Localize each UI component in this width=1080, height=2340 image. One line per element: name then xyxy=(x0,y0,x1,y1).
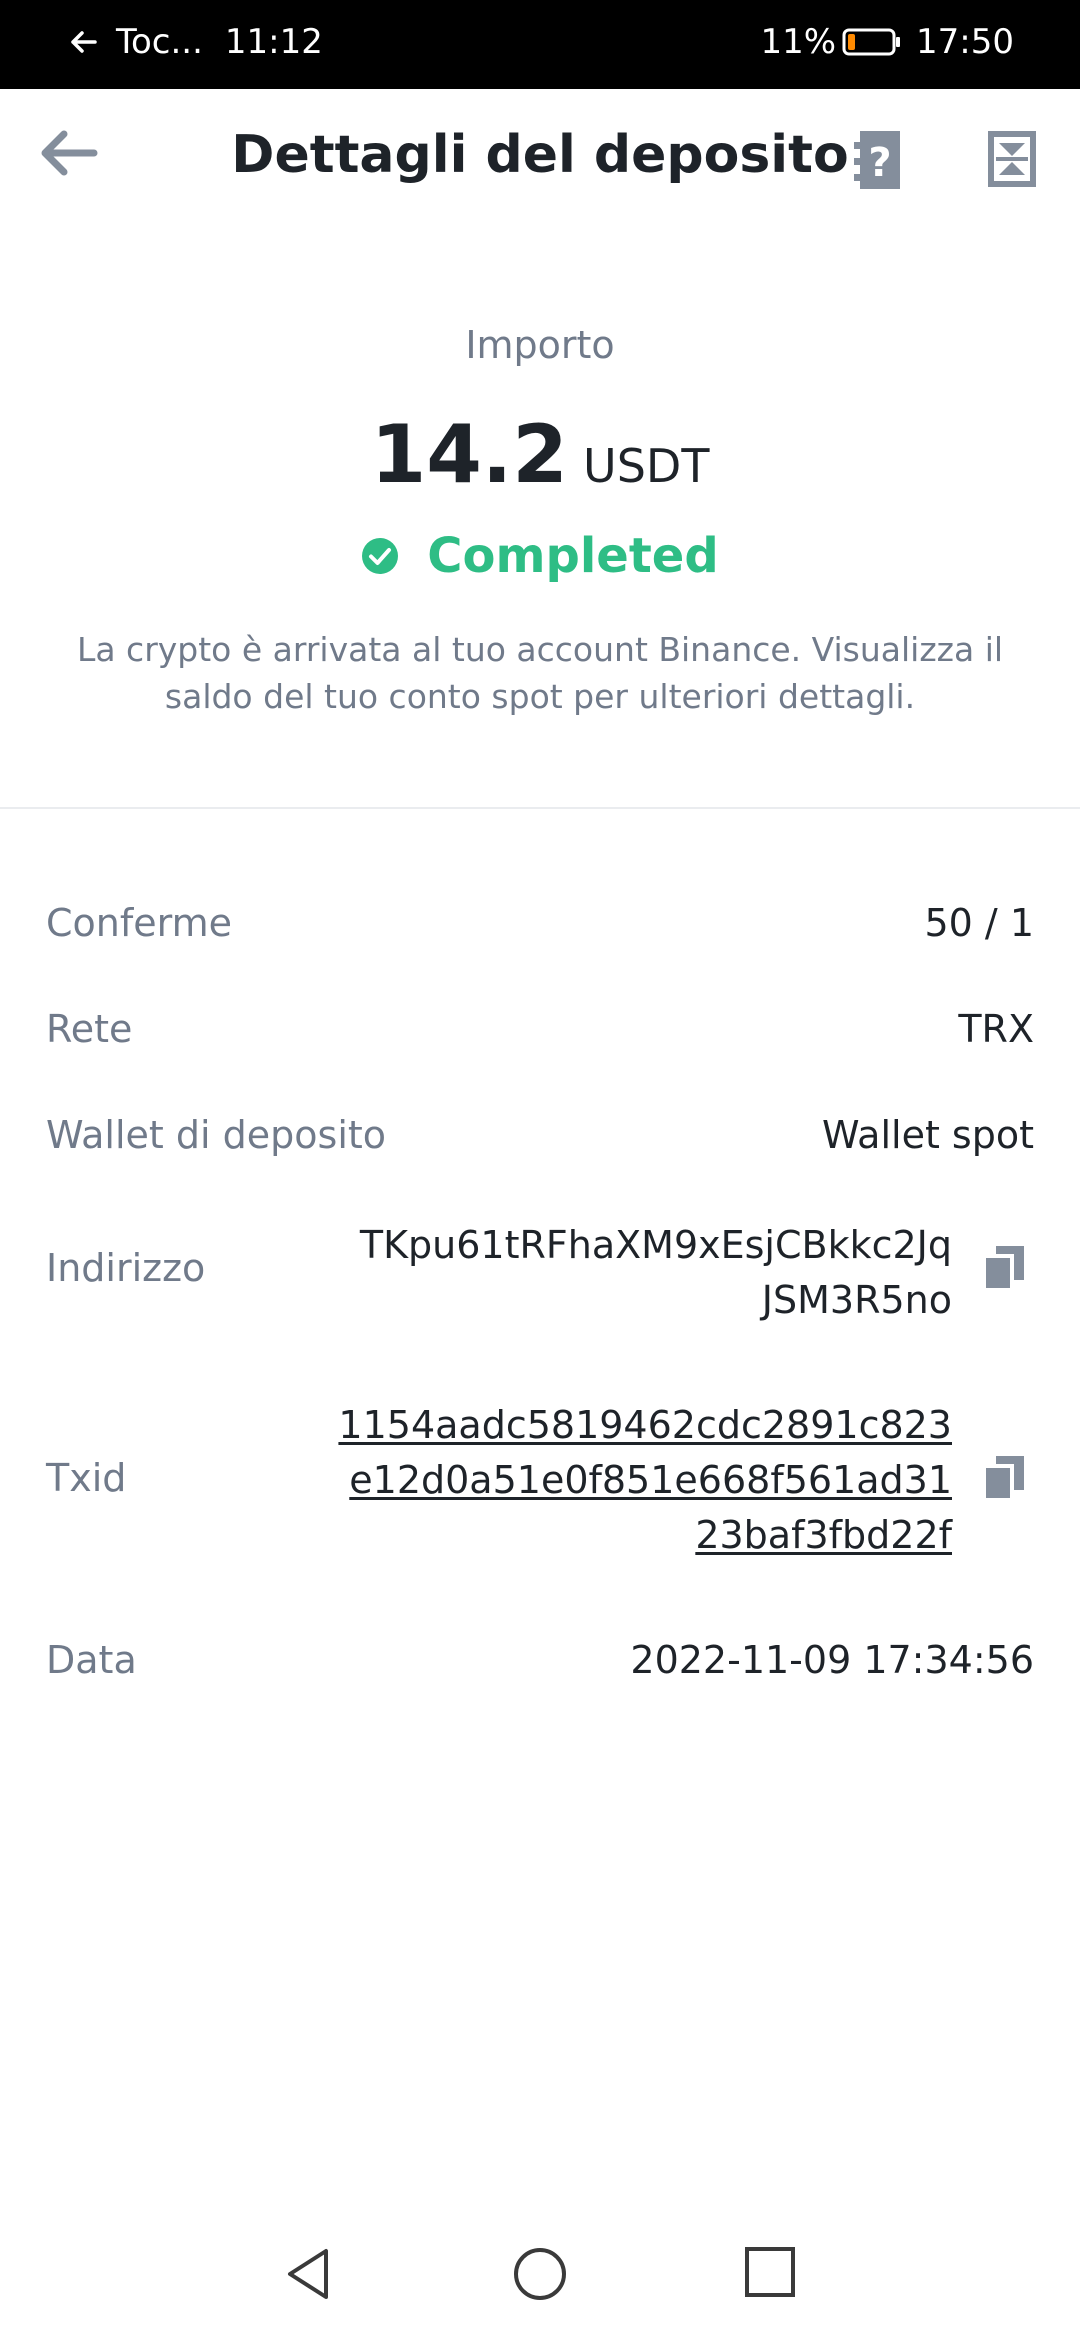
battery-percent: 11% xyxy=(760,22,837,62)
svg-text:?: ? xyxy=(868,140,891,186)
wallet-label: Wallet di deposito xyxy=(46,1113,387,1157)
nav-bar xyxy=(0,2220,1080,2340)
txid-label: Txid xyxy=(46,1456,127,1500)
confirmations-label: Conferme xyxy=(46,901,232,945)
wallet-value: Wallet spot xyxy=(822,1113,1034,1157)
network-label: Rete xyxy=(46,1007,133,1051)
date-label: Data xyxy=(46,1638,137,1682)
nav-recent-icon[interactable] xyxy=(744,2246,796,2298)
battery-icon xyxy=(842,28,901,56)
status-bar-right: 11% 17:50 xyxy=(760,22,1014,62)
nav-back-icon[interactable] xyxy=(282,2246,338,2302)
export-icon[interactable] xyxy=(986,129,1038,189)
status-left-time: 11:12 xyxy=(224,22,323,62)
back-arrow-icon[interactable] xyxy=(36,121,100,185)
confirmations-value: 50 / 1 xyxy=(924,901,1035,945)
txid-line[interactable]: 1154aadc5819462cdc2891c823 xyxy=(338,1403,952,1447)
address-line: JSM3R5no xyxy=(761,1278,952,1322)
address-value: TKpu61tRFhaXM9xEsjCBkkc2Jq JSM3R5no xyxy=(360,1218,952,1328)
help-icon[interactable]: ? xyxy=(850,129,906,191)
amount-row: 14.2 USDT xyxy=(0,408,1080,501)
address-line: TKpu61tRFhaXM9xEsjCBkkc2Jq xyxy=(359,1223,952,1267)
txid-line[interactable]: e12d0a51e0f851e668f561ad31 xyxy=(349,1458,952,1502)
header: Dettagli del deposito ? xyxy=(0,89,1080,239)
copy-address-icon[interactable] xyxy=(982,1244,1026,1292)
date-value: 2022-11-09 17:34:56 xyxy=(630,1638,1034,1682)
txid-line[interactable]: 23baf3fbd22f xyxy=(695,1513,952,1557)
amount-value: 14.2 xyxy=(370,408,568,501)
divider xyxy=(0,807,1080,809)
status-bar-left: Toc... 11:12 xyxy=(68,22,323,62)
status-time: 17:50 xyxy=(916,22,1014,62)
info-text: La crypto è arrivata al tuo account Bina… xyxy=(76,630,1004,716)
status-row: Completed xyxy=(0,528,1080,584)
nav-home-icon[interactable] xyxy=(512,2246,568,2302)
status-back-arrow-icon[interactable] xyxy=(68,27,98,57)
amount-label: Importo xyxy=(465,323,615,367)
amount-currency: USDT xyxy=(583,439,710,493)
address-label: Indirizzo xyxy=(46,1246,206,1290)
status-back-text[interactable]: Toc... xyxy=(116,22,203,62)
page-title: Dettagli del deposito xyxy=(231,125,849,185)
status-text: Completed xyxy=(427,528,719,584)
check-circle-icon xyxy=(362,538,399,574)
copy-txid-icon[interactable] xyxy=(982,1454,1026,1502)
network-value: TRX xyxy=(958,1007,1034,1051)
screen: Toc... 11:12 11% 17:50 Dettagli del depo… xyxy=(0,0,1080,2340)
status-bar: Toc... 11:12 11% 17:50 xyxy=(0,0,1080,89)
txid-value[interactable]: 1154aadc5819462cdc2891c823 e12d0a51e0f85… xyxy=(338,1398,952,1563)
